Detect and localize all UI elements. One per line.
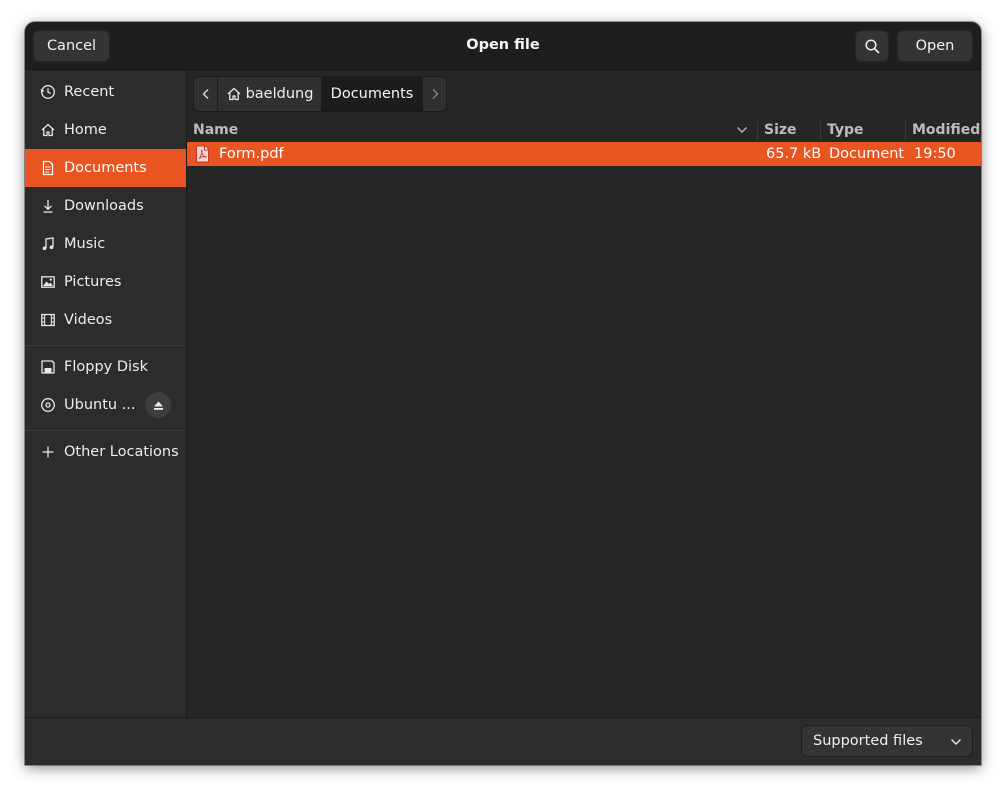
sidebar-item-floppy-disk[interactable]: Floppy Disk xyxy=(25,348,186,386)
file-browser: baeldung Documents Name Size Type Modifi… xyxy=(187,70,981,717)
sidebar-item-label: Recent xyxy=(64,84,115,100)
column-header-name[interactable]: Name xyxy=(193,120,753,140)
column-header-size[interactable]: Size xyxy=(764,120,797,140)
home-icon xyxy=(227,87,241,101)
sidebar-item-label: Videos xyxy=(64,312,113,328)
sidebar-item-pictures[interactable]: Pictures xyxy=(25,263,186,301)
chevron-down-icon xyxy=(951,739,961,745)
sidebar-item-downloads[interactable]: Downloads xyxy=(25,187,186,225)
dialog-title: Open file xyxy=(466,37,540,53)
eject-button[interactable] xyxy=(145,392,171,418)
sidebar-item-label: Documents xyxy=(64,160,147,176)
header-bar: Cancel Open file Open xyxy=(25,22,981,70)
sidebar-item-videos[interactable]: Videos xyxy=(25,301,186,339)
chevron-right-icon xyxy=(432,89,438,99)
file-type: Document xyxy=(829,146,905,162)
optical-disc-icon xyxy=(39,397,56,414)
sort-chevron-icon xyxy=(737,127,747,133)
file-filter-label: Supported files xyxy=(813,733,923,749)
path-back-button[interactable] xyxy=(194,77,218,111)
path-bar: baeldung Documents xyxy=(193,76,447,112)
file-name: Form.pdf xyxy=(219,146,284,162)
path-forward-button[interactable] xyxy=(422,77,446,111)
column-separator xyxy=(905,121,906,141)
dialog-footer: Supported files xyxy=(25,717,981,765)
picture-icon xyxy=(39,274,56,291)
sidebar-item-label: Pictures xyxy=(64,274,122,290)
document-icon xyxy=(39,160,56,177)
plus-icon xyxy=(39,444,56,461)
path-segment-label: baeldung xyxy=(245,86,314,102)
sidebar-item-music[interactable]: Music xyxy=(25,225,186,263)
home-icon xyxy=(39,122,56,139)
sidebar-item-label: Floppy Disk xyxy=(64,359,148,375)
column-header-label: Name xyxy=(193,122,239,138)
sidebar-item-home[interactable]: Home xyxy=(25,111,186,149)
file-size: 65.7 kB xyxy=(766,146,822,162)
places-sidebar: Recent Home Documents Downloads Music Pi… xyxy=(25,70,187,717)
drive-icon xyxy=(39,359,56,376)
sidebar-item-label: Music xyxy=(64,236,106,252)
sidebar-item-documents[interactable]: Documents xyxy=(25,149,186,187)
clock-icon xyxy=(39,84,56,101)
sidebar-item-label: Downloads xyxy=(64,198,144,214)
pdf-file-icon xyxy=(196,145,209,163)
download-icon xyxy=(39,198,56,215)
file-filter-dropdown[interactable]: Supported files xyxy=(801,725,973,757)
search-icon xyxy=(865,39,880,54)
column-separator xyxy=(820,121,821,141)
sidebar-item-recent[interactable]: Recent xyxy=(25,73,186,111)
sidebar-item-other-locations[interactable]: Other Locations xyxy=(25,433,186,471)
column-header-type[interactable]: Type xyxy=(827,120,864,140)
sidebar-separator xyxy=(25,430,186,431)
path-segment-label: Documents xyxy=(330,86,414,102)
column-header-modified[interactable]: Modified xyxy=(912,120,980,140)
search-button[interactable] xyxy=(855,30,889,62)
file-modified: 19:50 xyxy=(914,146,956,162)
sidebar-separator xyxy=(25,345,186,346)
chevron-left-icon xyxy=(202,89,208,99)
column-headers: Name Size Type Modified xyxy=(187,120,981,142)
file-chooser-dialog: Cancel Open file Open Recent Home Docume… xyxy=(25,22,981,765)
column-separator xyxy=(757,121,758,141)
sidebar-item-label: Ubuntu ... xyxy=(64,397,136,413)
sidebar-item-label: Home xyxy=(64,122,107,138)
film-icon xyxy=(39,312,56,329)
path-segment-documents[interactable]: Documents xyxy=(322,77,422,111)
file-row[interactable]: Form.pdf 65.7 kB Document 19:50 xyxy=(187,142,981,166)
open-button[interactable]: Open xyxy=(897,30,973,62)
path-segment-home[interactable]: baeldung xyxy=(218,77,322,111)
cancel-button[interactable]: Cancel xyxy=(33,30,110,62)
sidebar-item-label: Other Locations xyxy=(64,444,179,460)
eject-icon xyxy=(153,401,163,410)
music-note-icon xyxy=(39,236,56,253)
